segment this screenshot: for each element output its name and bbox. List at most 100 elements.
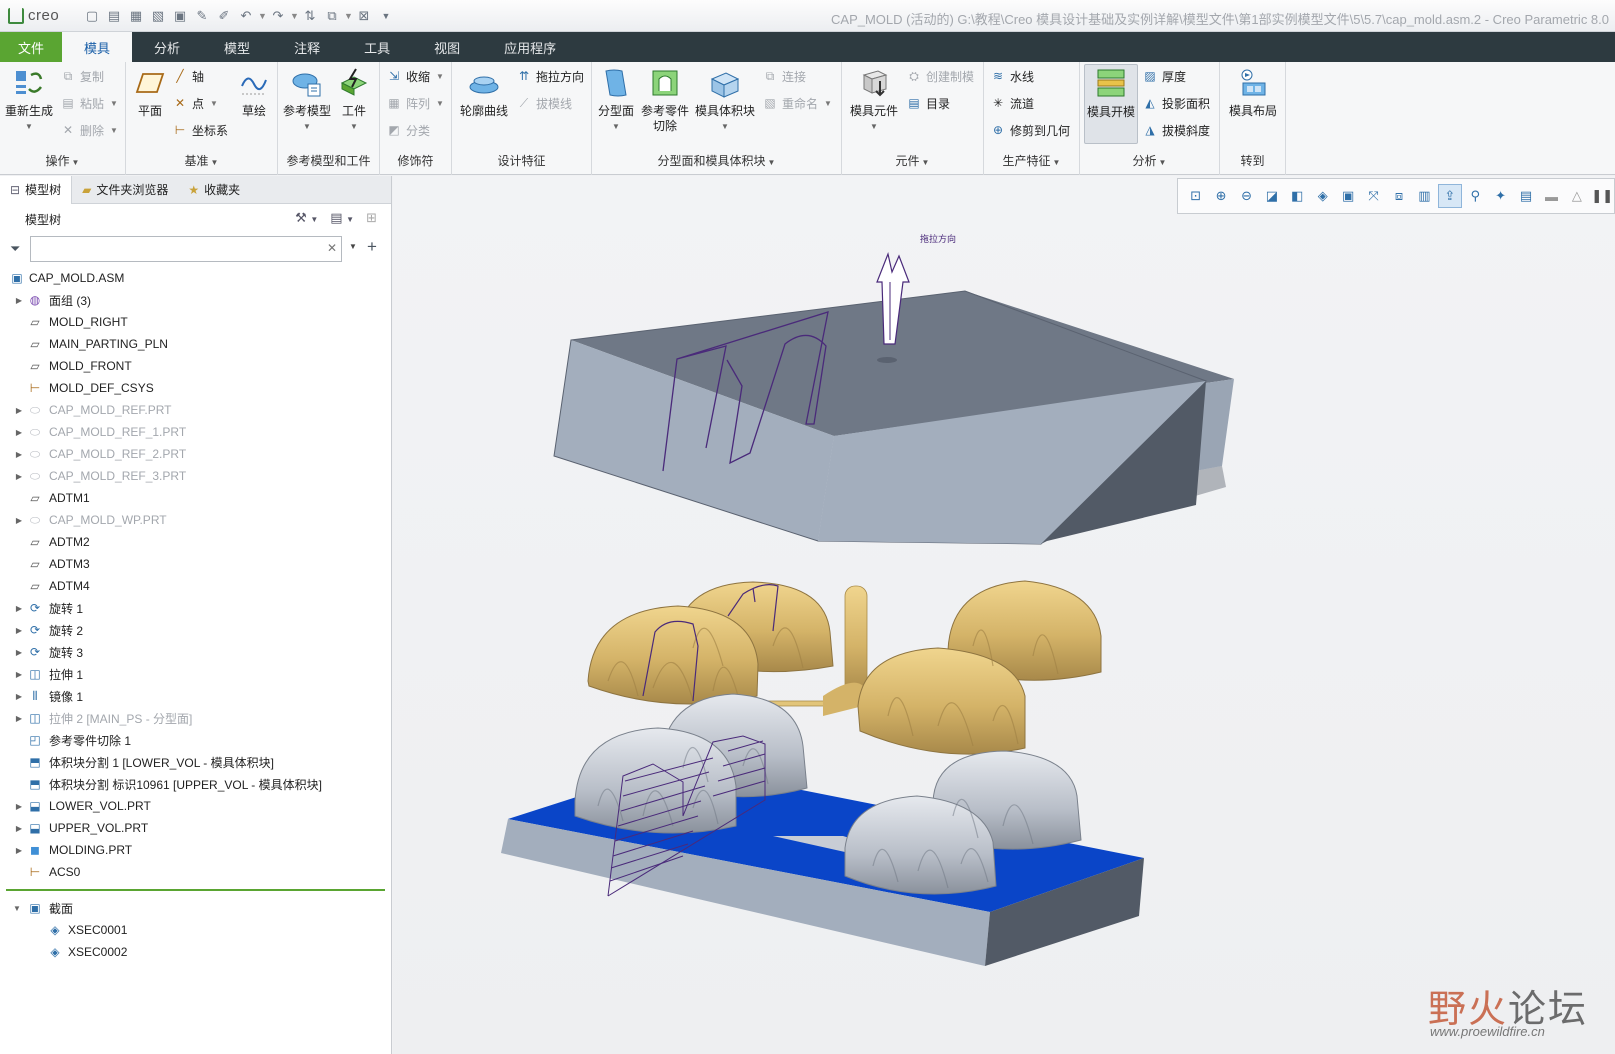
expand-arrow-icon[interactable]: ▶ [14, 714, 24, 723]
tree-row[interactable]: ▶ ⬓ UPPER_VOL.PRT [0, 817, 391, 839]
group-production-label[interactable]: 生产特征 ▼ [984, 152, 1079, 169]
tree-search-input[interactable] [30, 236, 342, 262]
section-view-icon[interactable]: ⧈ [1387, 184, 1410, 208]
expand-arrow-icon[interactable]: ▶ [14, 824, 24, 833]
delete-button[interactable]: ✕ 删除 ▼ [60, 120, 118, 140]
group-analysis-label[interactable]: 分析 ▼ [1080, 152, 1219, 169]
copy-button[interactable]: ⧉ 复制 [60, 66, 104, 86]
graphics-area[interactable]: 拖拉方向 [393, 176, 1615, 1054]
thickness-button[interactable]: ▨ 厚度 [1142, 66, 1186, 86]
tree-row[interactable]: ▶ ◍ 面组 (3) [0, 289, 391, 311]
save-as-icon[interactable]: ▧ [148, 6, 168, 26]
datum-display-icon[interactable]: ▥ [1413, 184, 1436, 208]
undo-dropdown-icon[interactable]: ▼ [258, 11, 267, 21]
ref-model-dropdown-icon[interactable]: ▼ [303, 119, 311, 134]
appearance-icon[interactable]: ▤ [1514, 184, 1537, 208]
collapse-arrow-icon[interactable]: ▼ [12, 904, 22, 913]
window-icon[interactable]: ⧉ [322, 6, 342, 26]
annotation-display-icon[interactable]: ⚲ [1464, 184, 1487, 208]
expand-arrow-icon[interactable]: ▶ [14, 802, 24, 811]
pattern-button[interactable]: ▦ 阵列 ▼ [386, 93, 444, 113]
classify-button[interactable]: ◩ 分类 [386, 120, 430, 140]
zoom-out-icon[interactable]: ⊖ [1235, 184, 1258, 208]
paste-dropdown-icon[interactable]: ▼ [110, 99, 118, 108]
expand-arrow-icon[interactable]: ▶ [14, 604, 24, 613]
tree-row[interactable]: ⊢ ACS0 [0, 861, 391, 883]
mold-volume-dropdown-icon[interactable]: ▼ [721, 119, 729, 134]
expand-arrow-icon[interactable]: ▶ [14, 428, 24, 437]
regenerate-dropdown-icon[interactable]: ▼ [25, 119, 33, 134]
tree-row[interactable]: ▱ MOLD_FRONT [0, 355, 391, 377]
draft-check-button[interactable]: ◮ 拔模斜度 [1142, 120, 1210, 140]
tree-row[interactable]: ▶ ◼ MOLDING.PRT [0, 839, 391, 861]
parting-surface-button[interactable]: 分型面 ▼ [594, 66, 638, 134]
tree-row[interactable]: ▶ ◫ 拉伸 2 [MAIN_PS - 分型面] [0, 707, 391, 729]
expand-arrow-icon[interactable]: ▶ [14, 626, 24, 635]
draw-direction-button[interactable]: ⇈ 拖拉方向 [516, 66, 584, 86]
lower-volume[interactable] [501, 693, 1144, 966]
silhouette-curve-button[interactable]: 轮廓曲线 [456, 66, 512, 119]
group-component-label[interactable]: 元件 ▼ [842, 152, 983, 169]
warning-icon[interactable]: △ [1565, 184, 1588, 208]
rename-button[interactable]: ▧ 重命名 ▼ [762, 93, 832, 113]
tab-tools[interactable]: 工具 [342, 32, 412, 62]
regen-tree-icon[interactable]: ⇅ [300, 6, 320, 26]
tree-row[interactable]: ▶ ⬓ LOWER_VOL.PRT [0, 795, 391, 817]
regenerate-button[interactable]: 重新生成 ▼ [4, 66, 54, 134]
group-operations-label[interactable]: 操作 ▼ [0, 152, 125, 169]
projected-area-button[interactable]: ◭ 投影面积 [1142, 93, 1210, 113]
section-item[interactable]: ◈ XSEC0002 [0, 941, 391, 963]
mold-layout-button[interactable]: 模具布局 [1226, 66, 1280, 119]
tree-row[interactable]: ▶ ⟳ 旋转 3 [0, 641, 391, 663]
draft-line-button[interactable]: ⟋ 拔模线 [516, 93, 572, 113]
view-manager-icon[interactable]: ▣ [1336, 184, 1359, 208]
section-item[interactable]: ◈ XSEC0001 [0, 919, 391, 941]
expand-arrow-icon[interactable]: ▶ [14, 648, 24, 657]
point-button[interactable]: ✕ 点 ▼ [172, 93, 218, 113]
workpiece-dropdown-icon[interactable]: ▼ [350, 119, 358, 134]
expand-arrow-icon[interactable]: ▶ [14, 472, 24, 481]
expand-arrow-icon[interactable]: ▶ [14, 846, 24, 855]
tree-show-icon[interactable]: ▤ ▼ [330, 210, 354, 226]
customize-toolbar-icon[interactable]: ▼ [376, 6, 396, 26]
save-icon[interactable]: ▦ [126, 6, 146, 26]
clear-search-icon[interactable]: ✕ [327, 241, 337, 255]
panel-tab-favorites[interactable]: ★ 收藏夹 [178, 176, 250, 204]
tree-row[interactable]: ⬒ 体积块分割 1 [LOWER_VOL - 模具体积块] [0, 751, 391, 773]
tab-analysis[interactable]: 分析 [132, 32, 202, 62]
hidden-line-icon[interactable]: ▬ [1540, 184, 1563, 208]
tree-row[interactable]: ▶ ◫ 拉伸 1 [0, 663, 391, 685]
zoom-in-icon[interactable]: ⊕ [1209, 184, 1232, 208]
group-datum-label[interactable]: 基准 ▼ [126, 152, 277, 169]
tree-row[interactable]: ▶ ⫴ 镜像 1 [0, 685, 391, 707]
expand-arrow-icon[interactable]: ▶ [14, 670, 24, 679]
regenerate-manager-icon[interactable]: ✐ [214, 6, 234, 26]
repaint-icon[interactable]: ◪ [1260, 184, 1283, 208]
spin-center-icon[interactable]: ✦ [1489, 184, 1512, 208]
panel-tab-folder-browser[interactable]: ▰ 文件夹浏览器 [72, 176, 178, 204]
point-dropdown-icon[interactable]: ▼ [210, 99, 218, 108]
redo-icon[interactable]: ↷ [268, 6, 288, 26]
saved-orientations-icon[interactable]: ◈ [1311, 184, 1334, 208]
trim-to-geometry-button[interactable]: ⊕ 修剪到几何 [990, 120, 1070, 140]
tab-annotate[interactable]: 注释 [272, 32, 342, 62]
refit-icon[interactable]: ⊡ [1184, 184, 1207, 208]
tree-row[interactable]: ▱ ADTM4 [0, 575, 391, 597]
pattern-dropdown-icon[interactable]: ▼ [436, 99, 444, 108]
mold-volume-button[interactable]: 模具体积块 ▼ [692, 66, 758, 134]
create-casting-button[interactable]: ⛭ 创建制模 [906, 66, 974, 86]
tree-row[interactable]: ▶ ⬭ CAP_MOLD_REF_2.PRT [0, 443, 391, 465]
tree-row[interactable]: ▱ ADTM1 [0, 487, 391, 509]
tree-row[interactable]: ▶ ⬭ CAP_MOLD_REF.PRT [0, 399, 391, 421]
bom-button[interactable]: ▤ 目录 [906, 93, 950, 113]
pause-icon[interactable]: ❚❚ [1591, 184, 1614, 208]
tree-row[interactable]: ▱ MOLD_RIGHT [0, 311, 391, 333]
tree-row[interactable]: ▱ ADTM2 [0, 531, 391, 553]
parting-surface-dropdown-icon[interactable]: ▼ [612, 119, 620, 134]
ref-model-button[interactable]: 参考模型 ▼ [282, 66, 332, 134]
panel-tab-model-tree[interactable]: ⊟ 模型树 [0, 175, 73, 204]
ref-part-cutout-button[interactable]: 参考零件 切除 [638, 66, 692, 134]
group-parting-label[interactable]: 分型面和模具体积块 ▼ [592, 152, 841, 169]
csys-button[interactable]: ⊢ 坐标系 [172, 120, 228, 140]
tree-row[interactable]: ▶ ⟳ 旋转 1 [0, 597, 391, 619]
